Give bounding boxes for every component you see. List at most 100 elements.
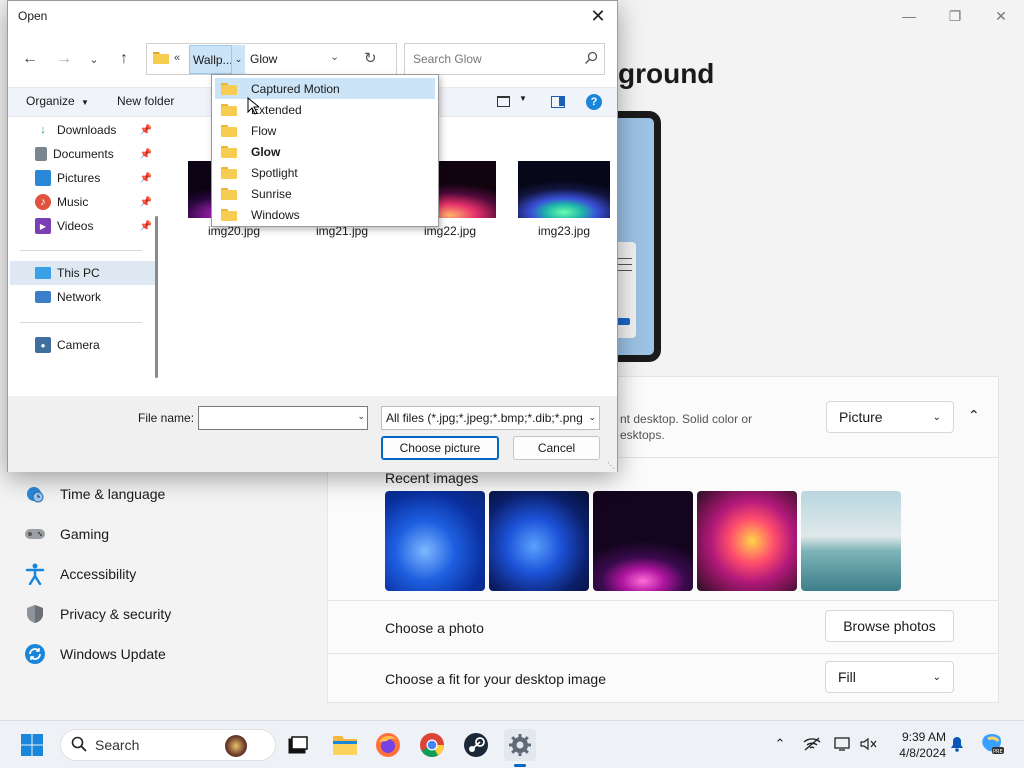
nav-label: Gaming xyxy=(60,526,110,542)
close-icon[interactable]: ✕ xyxy=(587,5,609,27)
pin-icon: 📌 xyxy=(139,148,152,160)
nav-divider xyxy=(20,250,142,251)
file-item[interactable]: img23.jpg xyxy=(516,161,612,238)
folder-dropdown-menu: Captured Motion Extended Flow Glow Spotl… xyxy=(211,74,439,227)
nav-pictures[interactable]: Pictures 📌 xyxy=(10,166,156,190)
taskbar-clock[interactable]: 9:39 AM 4/8/2024 xyxy=(884,729,946,761)
gamepad-icon xyxy=(24,523,46,545)
back-arrow-icon[interactable]: ← xyxy=(18,47,42,71)
breadcrumb-overflow[interactable]: « xyxy=(174,52,180,64)
nav-network[interactable]: Network xyxy=(10,285,156,309)
help-icon[interactable]: ? xyxy=(586,94,602,110)
search-input[interactable]: Search Glow xyxy=(404,43,605,75)
background-description-line2: esktops. xyxy=(620,428,665,442)
address-history-chevron-icon[interactable]: ⌄ xyxy=(330,50,339,63)
folder-icon xyxy=(221,187,237,200)
filename-input[interactable]: ⌄ xyxy=(198,406,368,430)
breadcrumb-chevron-icon[interactable]: ⌄ xyxy=(231,45,245,74)
recent-image-5[interactable] xyxy=(801,491,901,591)
taskbar-search[interactable]: Search xyxy=(60,729,276,761)
organize-menu[interactable]: Organize ▼ xyxy=(26,94,89,108)
menu-item-flow[interactable]: Flow xyxy=(215,120,435,141)
pictures-icon xyxy=(35,170,51,186)
navigation-pane: ↓ Downloads 📌 Documents 📌 Pictures 📌 ♪ M… xyxy=(10,118,156,396)
recent-image-1[interactable] xyxy=(385,491,485,591)
nav-pane-scrollbar[interactable] xyxy=(155,216,158,378)
network-status-icon[interactable] xyxy=(801,733,823,755)
steam-icon[interactable] xyxy=(460,729,492,761)
close-window-button[interactable]: ✕ xyxy=(978,4,1024,28)
choose-picture-button[interactable]: Choose picture xyxy=(381,436,499,460)
nav-accessibility[interactable]: Accessibility xyxy=(24,556,136,592)
nav-music[interactable]: ♪ Music 📌 xyxy=(10,190,156,214)
nav-videos[interactable]: ▶ Videos 📌 xyxy=(10,214,156,238)
maximize-button[interactable]: ❐ xyxy=(932,4,978,28)
refresh-icon[interactable]: ↻ xyxy=(364,49,377,67)
show-hidden-icons-chevron-icon[interactable]: ⌃ xyxy=(769,733,791,755)
menu-item-windows[interactable]: Windows xyxy=(215,204,435,225)
nav-privacy-security[interactable]: Privacy & security xyxy=(24,596,171,632)
settings-icon[interactable] xyxy=(504,729,536,767)
copilot-icon[interactable]: PRE xyxy=(979,733,1005,755)
display-icon[interactable] xyxy=(832,733,854,755)
menu-item-captured-motion[interactable]: Captured Motion xyxy=(215,78,435,99)
taskbar: Search ⌃ 9:39 AM 4/8/2024 PRE xyxy=(0,720,1024,768)
cancel-button[interactable]: Cancel xyxy=(513,436,600,460)
nav-time-language[interactable]: Time & language xyxy=(24,476,165,512)
pin-icon: 📌 xyxy=(139,124,152,136)
forward-arrow-icon[interactable]: → xyxy=(52,47,76,71)
folder-icon xyxy=(221,145,237,158)
minimize-button[interactable]: — xyxy=(886,4,932,28)
fit-select[interactable]: Fill ⌄ xyxy=(825,661,954,693)
address-bar[interactable]: « Wallp... ⌄ Glow ⌄ ↻ xyxy=(146,43,397,75)
menu-item-sunrise[interactable]: Sunrise xyxy=(215,183,435,204)
filename-label: File name: xyxy=(138,411,195,425)
dialog-title: Open xyxy=(18,9,48,23)
background-description-line1: nt desktop. Solid color or xyxy=(620,412,753,426)
music-icon: ♪ xyxy=(35,194,51,210)
nav-downloads[interactable]: ↓ Downloads 📌 xyxy=(10,118,156,142)
new-folder-button[interactable]: New folder xyxy=(117,94,174,108)
globe-clock-icon xyxy=(24,483,46,505)
filetype-select[interactable]: All files (*.jpg;*.jpeg;*.bmp;*.dib;*.pn… xyxy=(381,406,600,430)
documents-icon xyxy=(35,147,47,161)
chevron-down-icon: ⌄ xyxy=(932,671,941,683)
folder-icon xyxy=(221,82,237,95)
nav-windows-update[interactable]: Windows Update xyxy=(24,636,166,672)
shield-icon xyxy=(24,603,46,625)
file-thumbnail xyxy=(518,161,610,218)
up-arrow-icon[interactable]: ↑ xyxy=(112,47,136,71)
collapse-chevron-icon[interactable]: ⌃ xyxy=(968,407,980,424)
background-type-select[interactable]: Picture ⌄ xyxy=(826,401,954,433)
menu-item-spotlight[interactable]: Spotlight xyxy=(215,162,435,183)
view-dropdown-arrow-icon[interactable]: ▼ xyxy=(519,94,527,103)
pin-icon: 📌 xyxy=(139,196,152,208)
nav-gaming[interactable]: Gaming xyxy=(24,516,109,552)
nav-camera[interactable]: ● Camera xyxy=(10,333,156,357)
recent-locations-chevron-icon[interactable]: ⌄ xyxy=(82,47,106,71)
view-options-icon[interactable] xyxy=(497,96,510,107)
dropdown-arrow-icon: ▼ xyxy=(81,98,89,107)
search-icon xyxy=(584,51,598,68)
chevron-down-icon[interactable]: ⌄ xyxy=(357,411,365,422)
nav-documents[interactable]: Documents 📌 xyxy=(10,142,156,166)
chrome-icon[interactable] xyxy=(416,729,448,761)
pin-icon: 📌 xyxy=(139,220,152,232)
task-view-icon[interactable] xyxy=(282,729,314,761)
menu-item-glow[interactable]: Glow xyxy=(215,141,435,162)
volume-muted-icon[interactable] xyxy=(858,733,880,755)
preview-pane-icon[interactable] xyxy=(551,96,565,108)
nav-this-pc[interactable]: This PC xyxy=(10,261,156,285)
recent-image-4[interactable] xyxy=(697,491,797,591)
firefox-icon[interactable] xyxy=(372,729,404,761)
recent-image-3[interactable] xyxy=(593,491,693,591)
file-explorer-icon[interactable] xyxy=(329,729,361,761)
start-icon[interactable] xyxy=(16,729,48,761)
update-icon xyxy=(24,643,46,665)
recent-image-2[interactable] xyxy=(489,491,589,591)
resize-grip-icon[interactable]: ⋱ xyxy=(607,461,615,470)
breadcrumb-current[interactable]: Glow xyxy=(250,52,277,66)
svg-text:PRE: PRE xyxy=(993,749,1003,755)
notifications-bell-icon[interactable] xyxy=(946,733,968,755)
browse-photos-button[interactable]: Browse photos xyxy=(825,610,954,642)
